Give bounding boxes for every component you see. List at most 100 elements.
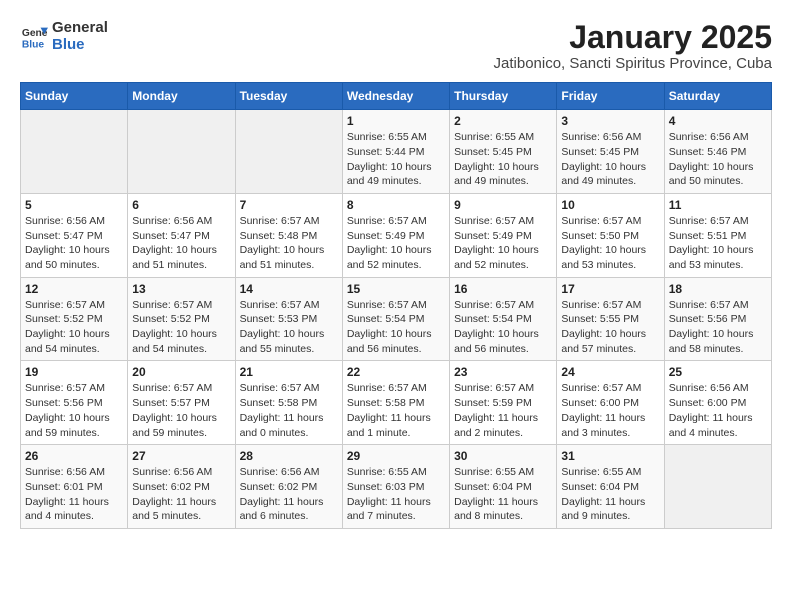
day-number: 27: [132, 449, 230, 463]
week-row-5: 26 Sunrise: 6:56 AM Sunset: 6:01 PM Dayli…: [21, 445, 772, 529]
title-block: January 2025 Jatibonico, Sancti Spiritus…: [494, 20, 772, 72]
calendar-cell: 13 Sunrise: 6:57 AM Sunset: 5:52 PM Dayli…: [128, 277, 235, 361]
page-header: General Blue General Blue January 2025 J…: [20, 20, 772, 72]
calendar-cell: 5 Sunrise: 6:56 AM Sunset: 5:47 PM Daylig…: [21, 193, 128, 277]
day-info: Sunrise: 6:57 AM Sunset: 5:49 PM Dayligh…: [347, 214, 445, 273]
day-info: Sunrise: 6:57 AM Sunset: 5:51 PM Dayligh…: [669, 214, 767, 273]
day-info: Sunrise: 6:56 AM Sunset: 6:01 PM Dayligh…: [25, 465, 123, 524]
day-number: 14: [240, 282, 338, 296]
calendar-cell: 1Sunrise: 6:55 AM Sunset: 5:44 PM Daylig…: [342, 110, 449, 194]
day-info: Sunrise: 6:57 AM Sunset: 5:52 PM Dayligh…: [25, 298, 123, 357]
day-info: Sunrise: 6:56 AM Sunset: 6:02 PM Dayligh…: [240, 465, 338, 524]
day-number: 18: [669, 282, 767, 296]
day-header-sunday: Sunday: [21, 83, 128, 110]
day-info: Sunrise: 6:56 AM Sunset: 5:47 PM Dayligh…: [25, 214, 123, 273]
day-info: Sunrise: 6:56 AM Sunset: 5:45 PM Dayligh…: [561, 130, 659, 189]
day-info: Sunrise: 6:57 AM Sunset: 6:00 PM Dayligh…: [561, 381, 659, 440]
day-number: 15: [347, 282, 445, 296]
day-number: 8: [347, 198, 445, 212]
calendar-cell: [21, 110, 128, 194]
day-info: Sunrise: 6:57 AM Sunset: 5:54 PM Dayligh…: [454, 298, 552, 357]
calendar-subtitle: Jatibonico, Sancti Spiritus Province, Cu…: [494, 55, 772, 72]
day-number: 5: [25, 198, 123, 212]
day-info: Sunrise: 6:55 AM Sunset: 6:04 PM Dayligh…: [561, 465, 659, 524]
day-info: Sunrise: 6:55 AM Sunset: 6:03 PM Dayligh…: [347, 465, 445, 524]
day-header-wednesday: Wednesday: [342, 83, 449, 110]
day-number: 4: [669, 114, 767, 128]
week-row-2: 5 Sunrise: 6:56 AM Sunset: 5:47 PM Daylig…: [21, 193, 772, 277]
day-number: 9: [454, 198, 552, 212]
day-number: 28: [240, 449, 338, 463]
calendar-cell: [664, 445, 771, 529]
calendar-cell: 10 Sunrise: 6:57 AM Sunset: 5:50 PM Dayli…: [557, 193, 664, 277]
day-info: Sunrise: 6:57 AM Sunset: 5:55 PM Dayligh…: [561, 298, 659, 357]
day-number: 6: [132, 198, 230, 212]
day-info: Sunrise: 6:57 AM Sunset: 5:58 PM Dayligh…: [240, 381, 338, 440]
calendar-cell: 9 Sunrise: 6:57 AM Sunset: 5:49 PM Daylig…: [450, 193, 557, 277]
day-header-friday: Friday: [557, 83, 664, 110]
day-info: Sunrise: 6:56 AM Sunset: 5:47 PM Dayligh…: [132, 214, 230, 273]
day-info: Sunrise: 6:56 AM Sunset: 6:02 PM Dayligh…: [132, 465, 230, 524]
week-row-4: 19Sunrise: 6:57 AM Sunset: 5:56 PM Dayli…: [21, 361, 772, 445]
calendar-cell: 2Sunrise: 6:55 AM Sunset: 5:45 PM Daylig…: [450, 110, 557, 194]
day-info: Sunrise: 6:55 AM Sunset: 5:45 PM Dayligh…: [454, 130, 552, 189]
day-number: 3: [561, 114, 659, 128]
day-info: Sunrise: 6:55 AM Sunset: 5:44 PM Dayligh…: [347, 130, 445, 189]
day-header-thursday: Thursday: [450, 83, 557, 110]
day-number: 11: [669, 198, 767, 212]
calendar-cell: 6 Sunrise: 6:56 AM Sunset: 5:47 PM Daylig…: [128, 193, 235, 277]
calendar-cell: 8 Sunrise: 6:57 AM Sunset: 5:49 PM Daylig…: [342, 193, 449, 277]
day-number: 25: [669, 365, 767, 379]
logo-icon: General Blue: [20, 23, 48, 51]
calendar-cell: 17 Sunrise: 6:57 AM Sunset: 5:55 PM Dayli…: [557, 277, 664, 361]
day-info: Sunrise: 6:57 AM Sunset: 5:57 PM Dayligh…: [132, 381, 230, 440]
calendar-cell: 15 Sunrise: 6:57 AM Sunset: 5:54 PM Dayli…: [342, 277, 449, 361]
day-number: 24: [561, 365, 659, 379]
day-number: 12: [25, 282, 123, 296]
week-row-1: 1Sunrise: 6:55 AM Sunset: 5:44 PM Daylig…: [21, 110, 772, 194]
calendar-title: January 2025: [494, 20, 772, 55]
calendar-cell: 29 Sunrise: 6:55 AM Sunset: 6:03 PM Dayli…: [342, 445, 449, 529]
calendar-cell: [128, 110, 235, 194]
day-number: 29: [347, 449, 445, 463]
day-number: 30: [454, 449, 552, 463]
svg-text:Blue: Blue: [22, 39, 45, 50]
day-info: Sunrise: 6:57 AM Sunset: 5:59 PM Dayligh…: [454, 381, 552, 440]
calendar-cell: 20 Sunrise: 6:57 AM Sunset: 5:57 PM Dayli…: [128, 361, 235, 445]
day-number: 21: [240, 365, 338, 379]
day-number: 31: [561, 449, 659, 463]
calendar-cell: [235, 110, 342, 194]
day-info: Sunrise: 6:57 AM Sunset: 5:54 PM Dayligh…: [347, 298, 445, 357]
calendar-cell: 16 Sunrise: 6:57 AM Sunset: 5:54 PM Dayli…: [450, 277, 557, 361]
day-number: 13: [132, 282, 230, 296]
day-number: 10: [561, 198, 659, 212]
day-header-saturday: Saturday: [664, 83, 771, 110]
day-header-monday: Monday: [128, 83, 235, 110]
day-header-tuesday: Tuesday: [235, 83, 342, 110]
calendar-table: SundayMondayTuesdayWednesdayThursdayFrid…: [20, 82, 772, 529]
calendar-cell: 14Sunrise: 6:57 AM Sunset: 5:53 PM Dayli…: [235, 277, 342, 361]
day-info: Sunrise: 6:57 AM Sunset: 5:50 PM Dayligh…: [561, 214, 659, 273]
day-number: 22: [347, 365, 445, 379]
day-number: 26: [25, 449, 123, 463]
day-number: 16: [454, 282, 552, 296]
calendar-cell: 30Sunrise: 6:55 AM Sunset: 6:04 PM Dayli…: [450, 445, 557, 529]
calendar-cell: 26 Sunrise: 6:56 AM Sunset: 6:01 PM Dayli…: [21, 445, 128, 529]
day-info: Sunrise: 6:57 AM Sunset: 5:58 PM Dayligh…: [347, 381, 445, 440]
day-number: 17: [561, 282, 659, 296]
calendar-cell: 25 Sunrise: 6:56 AM Sunset: 6:00 PM Dayli…: [664, 361, 771, 445]
logo: General Blue General Blue: [20, 20, 108, 53]
calendar-cell: 11 Sunrise: 6:57 AM Sunset: 5:51 PM Dayli…: [664, 193, 771, 277]
day-info: Sunrise: 6:56 AM Sunset: 5:46 PM Dayligh…: [669, 130, 767, 189]
calendar-cell: 23Sunrise: 6:57 AM Sunset: 5:59 PM Dayli…: [450, 361, 557, 445]
day-info: Sunrise: 6:56 AM Sunset: 6:00 PM Dayligh…: [669, 381, 767, 440]
logo-blue-text: Blue: [52, 37, 108, 54]
calendar-cell: 18 Sunrise: 6:57 AM Sunset: 5:56 PM Dayli…: [664, 277, 771, 361]
week-row-3: 12 Sunrise: 6:57 AM Sunset: 5:52 PM Dayli…: [21, 277, 772, 361]
days-header-row: SundayMondayTuesdayWednesdayThursdayFrid…: [21, 83, 772, 110]
day-number: 20: [132, 365, 230, 379]
calendar-cell: 7Sunrise: 6:57 AM Sunset: 5:48 PM Daylig…: [235, 193, 342, 277]
day-info: Sunrise: 6:57 AM Sunset: 5:56 PM Dayligh…: [669, 298, 767, 357]
day-info: Sunrise: 6:57 AM Sunset: 5:52 PM Dayligh…: [132, 298, 230, 357]
day-info: Sunrise: 6:57 AM Sunset: 5:49 PM Dayligh…: [454, 214, 552, 273]
